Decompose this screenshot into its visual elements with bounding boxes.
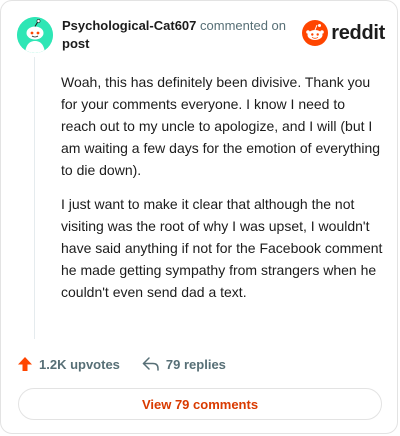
upvote-count: 1.2K upvotes (39, 356, 120, 372)
replies-count: 79 replies (165, 356, 226, 372)
snoo-avatar-icon (17, 17, 53, 53)
avatar[interactable] (17, 17, 53, 53)
thread-line (34, 57, 35, 339)
comment-body: Woah, this has definitely been divisive.… (61, 71, 383, 315)
reddit-alien-icon (302, 20, 329, 46)
upvote-button[interactable]: 1.2K upvotes (17, 356, 120, 372)
comment-header: Psychological-Cat607 commented on post r… (17, 15, 387, 55)
commented-on-text: commented on (200, 18, 287, 33)
upvote-arrow-icon (18, 357, 32, 371)
reddit-logo[interactable]: reddit (302, 19, 385, 47)
comment-paragraph-2: I just want to make it clear that althou… (61, 196, 383, 300)
comment-actions: 1.2K upvotes 79 replies (17, 353, 248, 375)
replies-button[interactable]: 79 replies (142, 356, 226, 372)
reply-arrow-icon (142, 357, 159, 371)
reddit-wordmark: reddit (331, 21, 385, 44)
comment-paragraph-1: Woah, this has definitely been divisive.… (61, 74, 381, 178)
username-link[interactable]: Psychological-Cat607 (62, 18, 196, 33)
comment-card: Psychological-Cat607 commented on post r… (0, 0, 398, 434)
post-link[interactable]: post (62, 36, 89, 51)
view-comments-button[interactable]: View 79 comments (18, 388, 382, 420)
comment-meta: Psychological-Cat607 commented on post (62, 17, 302, 53)
